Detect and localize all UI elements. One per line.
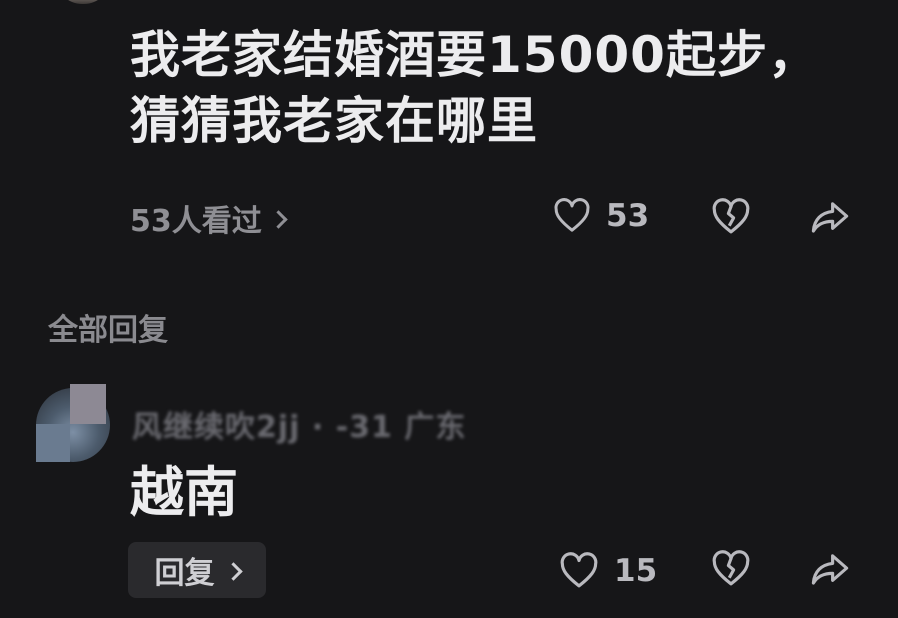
avatar-mosaic xyxy=(70,384,106,424)
reply-share-button[interactable] xyxy=(808,548,852,590)
replies-section-title: 全部回复 xyxy=(48,313,168,348)
post-dislike-button[interactable] xyxy=(710,196,752,238)
heart-outline-icon xyxy=(554,198,590,232)
views-link[interactable]: 53人看过 xyxy=(130,196,288,240)
reply-username[interactable]: 风继续吹2jj · -31 广东 xyxy=(132,402,466,446)
share-arrow-icon xyxy=(811,554,849,585)
reply-dislike-button[interactable] xyxy=(710,548,752,590)
broken-heart-icon xyxy=(712,198,750,234)
chevron-right-icon xyxy=(223,561,243,581)
heart-outline-icon xyxy=(560,552,598,588)
reply-like-count: 15 xyxy=(614,553,658,589)
post-text: 我老家结婚酒要15000起步，猜猜我老家在哪里 xyxy=(130,26,819,150)
post-like-count: 53 xyxy=(606,198,650,234)
broken-heart-icon xyxy=(712,550,750,586)
views-label: 53人看过 xyxy=(130,204,262,239)
reply-button-label: 回复 xyxy=(154,556,215,591)
reply-button[interactable]: 回复 xyxy=(128,542,266,598)
share-arrow-icon xyxy=(811,202,849,233)
reply-like-button[interactable]: 15 xyxy=(558,550,657,592)
post-author-avatar[interactable] xyxy=(56,0,110,4)
reply-text: 越南 xyxy=(130,461,238,524)
chevron-right-icon xyxy=(269,209,288,229)
avatar-mosaic xyxy=(36,424,70,462)
post-share-button[interactable] xyxy=(808,196,852,238)
post-like-button[interactable]: 53 xyxy=(552,196,649,236)
